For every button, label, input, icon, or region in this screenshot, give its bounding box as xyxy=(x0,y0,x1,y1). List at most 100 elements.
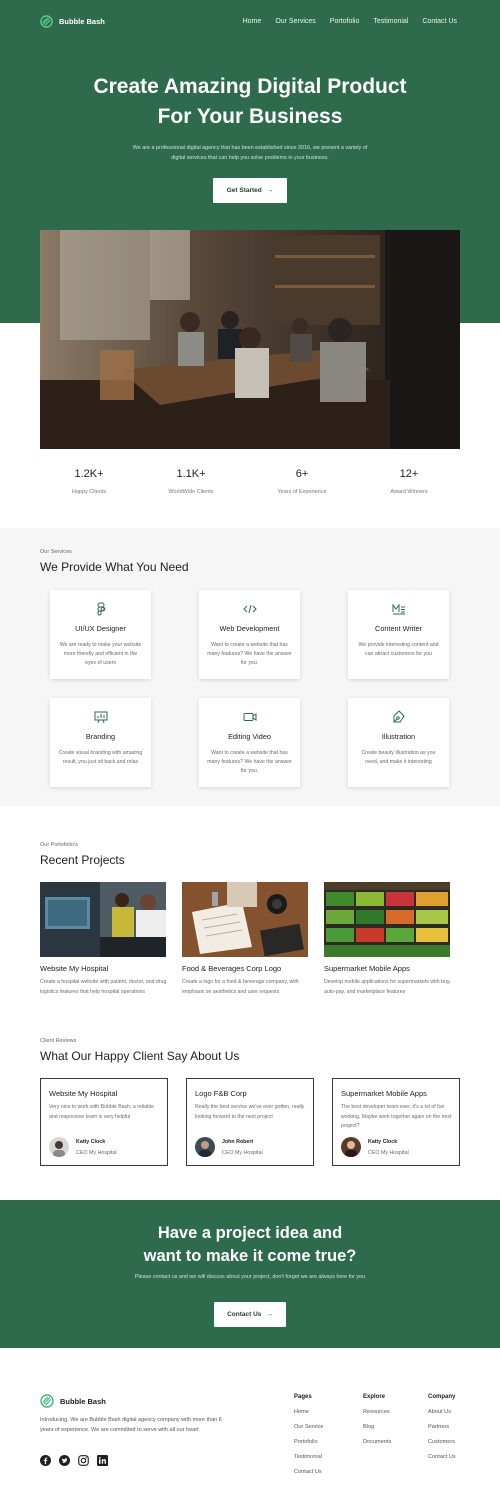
service-card-content-writer[interactable]: Content Writer We provide interesting co… xyxy=(348,590,449,679)
twitter-icon[interactable] xyxy=(59,1455,70,1466)
project-title[interactable]: Food & Beverages Corp Logo xyxy=(182,964,281,973)
footer-link[interactable]: Testimonial xyxy=(294,1454,324,1469)
service-card-editing-video[interactable]: Editing Video Want to create a website t… xyxy=(199,698,300,787)
review-card: Supermarket Mobile Apps The best develop… xyxy=(332,1078,460,1166)
footer-link[interactable]: About Us xyxy=(428,1409,456,1424)
service-card-branding[interactable]: Branding Create visual branding with ama… xyxy=(50,698,151,787)
footer-link[interactable]: Portofolio xyxy=(294,1439,324,1454)
footer-col-explore: Explore Resources Blog Documents xyxy=(363,1394,391,1454)
hero-subtitle: We are a professional digital agency tha… xyxy=(100,143,400,163)
footer-col-pages: Pages Home Our Service Portofolio Testim… xyxy=(294,1394,324,1484)
footer-link[interactable]: Contact Us xyxy=(428,1454,456,1469)
project-image-supermarket[interactable] xyxy=(324,882,450,957)
avatar-image xyxy=(341,1137,361,1157)
supermarket-project-image xyxy=(324,882,450,957)
logo-icon xyxy=(40,15,53,28)
nav-link-portfolio[interactable]: Portofolio xyxy=(330,18,360,25)
reviewer-name: Katty Clock xyxy=(368,1139,398,1145)
food-beverages-project-image xyxy=(182,882,308,957)
review-title: Website My Hospital xyxy=(49,1089,118,1098)
footer-link[interactable]: Resources xyxy=(363,1409,391,1424)
arrow-right-icon: → xyxy=(266,1311,273,1318)
video-icon xyxy=(243,713,257,721)
footer-link[interactable]: Blog xyxy=(363,1424,391,1439)
facebook-icon[interactable] xyxy=(40,1455,51,1466)
footer-brand: Bubble Bash xyxy=(60,1396,106,1406)
linkedin-icon[interactable] xyxy=(97,1455,108,1466)
reviewer-role: CEO My Hospital xyxy=(222,1150,263,1156)
stat-value: 1.2K+ xyxy=(74,468,104,480)
hero-team-photo xyxy=(40,230,460,449)
service-card-illustration[interactable]: Illustration Create beauty illustration … xyxy=(348,698,449,787)
cta-section: Have a project idea and want to make it … xyxy=(0,1200,500,1348)
footer-heading: Pages xyxy=(294,1394,312,1400)
footer-col-company: Company About Us Partners Customers Cont… xyxy=(428,1394,456,1469)
service-title: Editing Video xyxy=(228,732,271,741)
service-desc: Want to create a website that has many f… xyxy=(207,642,292,666)
review-quote: Very nice to work with Bubble Bash, a re… xyxy=(49,1104,154,1120)
service-card-uiux[interactable]: UI/UX Designer We are ready to make your… xyxy=(50,590,151,679)
hospital-project-image xyxy=(40,882,166,957)
stat-label: Award Winners xyxy=(390,489,428,495)
footer-link[interactable]: Partners xyxy=(428,1424,456,1439)
review-card: Website My Hospital Very nice to work wi… xyxy=(40,1078,168,1166)
project-desc: Create a logo for a food & beverage comp… xyxy=(182,979,299,995)
footer-link[interactable]: Our Service xyxy=(294,1424,324,1439)
service-title: Web Development xyxy=(219,624,280,633)
avatar xyxy=(341,1137,361,1157)
get-started-label: Get Started xyxy=(226,187,262,194)
stat-award-winners: 12+ Award Winners xyxy=(359,468,459,495)
avatar-image xyxy=(49,1137,69,1157)
service-desc: Create visual branding with amazing resu… xyxy=(58,750,143,765)
instagram-icon[interactable] xyxy=(78,1455,89,1466)
footer-logo[interactable]: Bubble Bash xyxy=(40,1394,106,1408)
review-quote: Really the best service we've ever gotte… xyxy=(195,1104,305,1120)
arrow-right-icon: → xyxy=(266,187,274,194)
get-started-button[interactable]: Get Started → xyxy=(213,178,287,203)
reviews-title: What Our Happy Client Say About Us xyxy=(40,1049,240,1063)
project-image-food-logo[interactable] xyxy=(182,882,308,957)
project-title[interactable]: Supermarket Mobile Apps xyxy=(324,964,410,973)
project-title[interactable]: Website My Hospital xyxy=(40,964,108,973)
brand-name: Bubble Bash xyxy=(59,17,105,26)
service-card-web-dev[interactable]: Web Development Want to create a website… xyxy=(199,590,300,679)
review-title: Supermarket Mobile Apps xyxy=(341,1089,427,1098)
nav-link-testimonial[interactable]: Testimonial xyxy=(373,18,408,25)
hero-subtitle-line-1: We are a professional digital agency tha… xyxy=(132,145,368,151)
service-desc: Create beauty illustration as you need, … xyxy=(361,750,436,765)
service-desc: We provide interesting content and can a… xyxy=(358,642,439,657)
hero-title-line-1: Create Amazing Digital Product xyxy=(93,75,407,98)
footer-link[interactable]: Contact Us xyxy=(294,1469,324,1484)
nav-link-services[interactable]: Our Services xyxy=(275,18,315,25)
stat-label: Years of Experience xyxy=(277,489,327,495)
stat-happy-clients: 1.2K+ Happy Clients xyxy=(39,468,139,495)
contact-us-label: Contact Us xyxy=(227,1311,262,1318)
footer-link[interactable]: Customers xyxy=(428,1439,456,1454)
stat-label: Happy Clients xyxy=(71,489,107,495)
stat-value: 6+ xyxy=(295,468,309,480)
code-icon xyxy=(243,604,257,614)
review-title: Logo F&B Corp xyxy=(195,1089,247,1098)
footer-heading: Company xyxy=(428,1394,456,1400)
footer-link[interactable]: Home xyxy=(294,1409,324,1424)
reviewer-role: CEO My Hospital xyxy=(368,1150,409,1156)
service-desc: Want to create a website that has many f… xyxy=(207,750,292,774)
footer-about: Introducing, We are Bubble Bash digital … xyxy=(40,1417,222,1433)
service-title: Content Writer xyxy=(375,624,422,633)
nav-link-home[interactable]: Home xyxy=(243,18,262,25)
stat-years-experience: 6+ Years of Experience xyxy=(252,468,352,495)
avatar-image xyxy=(195,1137,215,1157)
stat-value: 12+ xyxy=(399,468,419,480)
cta-subtitle: Please contact us and we will discuss ab… xyxy=(134,1274,366,1280)
footer-link[interactable]: Documents xyxy=(363,1439,391,1454)
reviewer-name: John Robert xyxy=(222,1139,254,1145)
markdown-icon xyxy=(392,603,405,615)
reviewer-name: Katty Clock xyxy=(76,1139,106,1145)
nav-logo[interactable]: Bubble Bash xyxy=(40,15,105,28)
nav-link-contact[interactable]: Contact Us xyxy=(422,18,457,25)
contact-us-button[interactable]: Contact Us → xyxy=(214,1302,286,1327)
services-title: We Provide What You Need xyxy=(40,560,189,574)
service-desc: We are ready to make your website more f… xyxy=(59,642,142,666)
main-nav: Home Our Services Portofolio Testimonial… xyxy=(243,18,457,25)
project-image-hospital[interactable] xyxy=(40,882,166,957)
